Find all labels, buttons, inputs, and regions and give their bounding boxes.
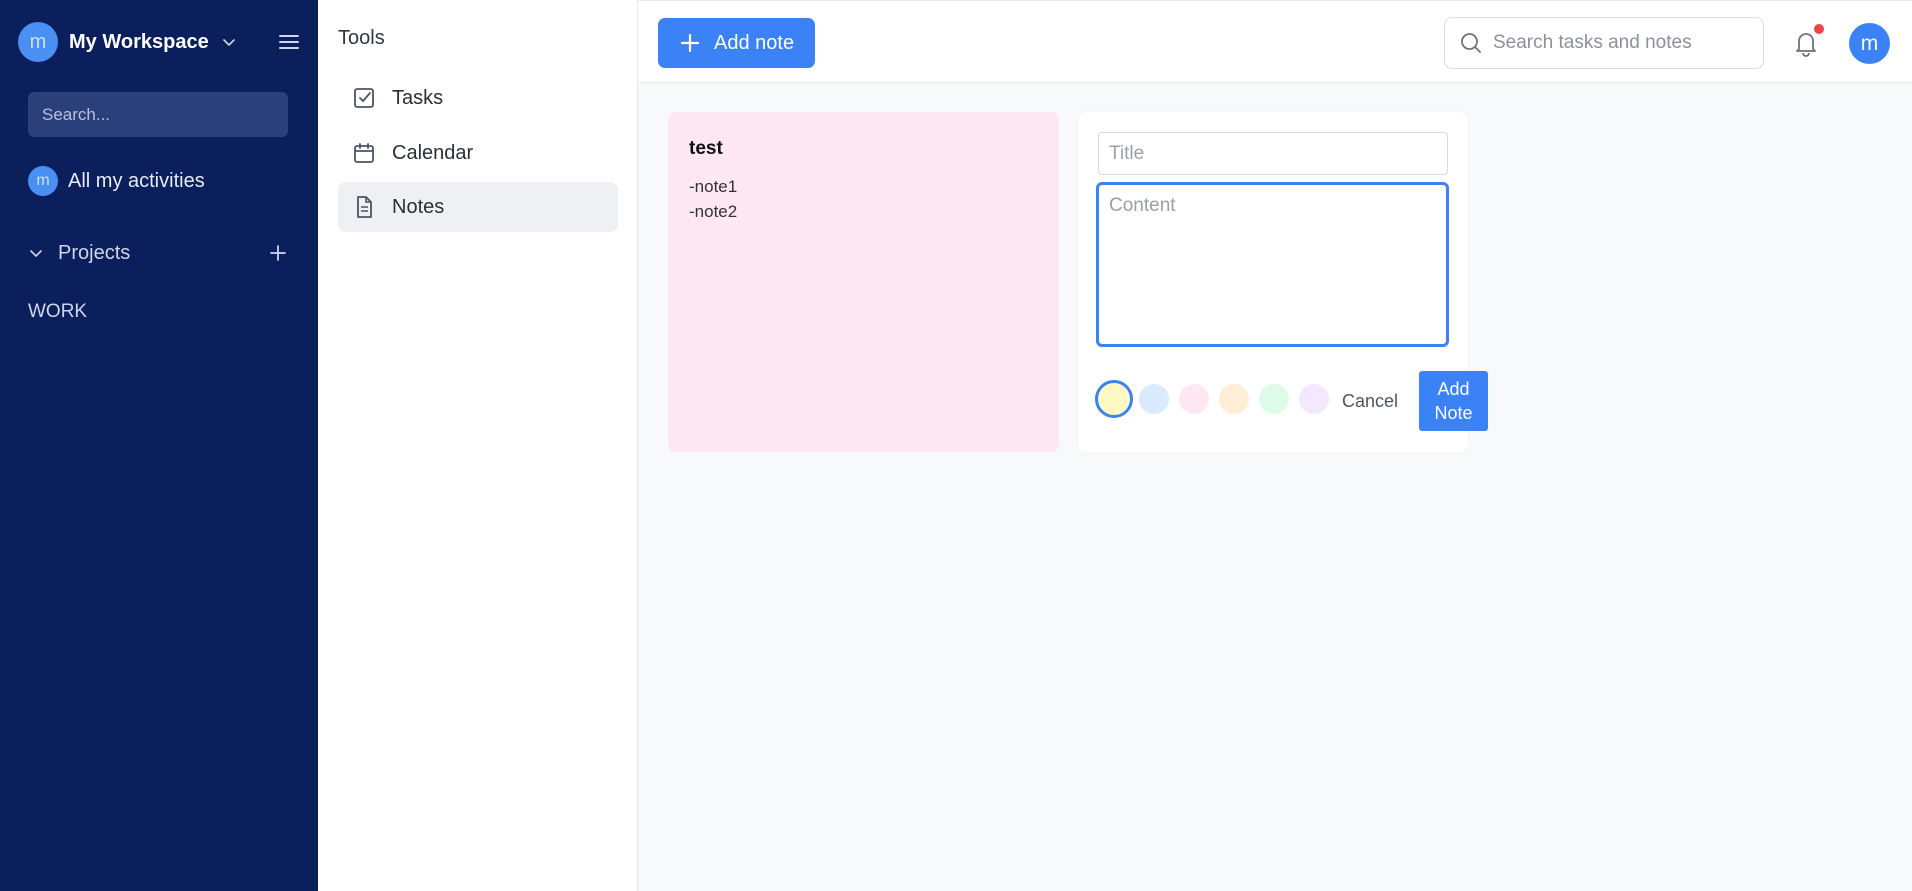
all-activities-link[interactable]: m All my activities [28, 166, 205, 196]
workspace-avatar: m [18, 22, 58, 62]
activities-avatar: m [28, 166, 58, 196]
notification-dot [1814, 24, 1824, 34]
global-search[interactable] [1444, 17, 1764, 69]
workspace-name: My Workspace [69, 30, 209, 53]
note-title-input[interactable] [1098, 132, 1448, 175]
sidebar-search-input[interactable] [28, 92, 288, 137]
new-note-form: Cancel Add Note [1078, 112, 1488, 452]
top-header: Add note m [638, 0, 1912, 83]
note-body: -note1 -note2 [689, 174, 1038, 224]
tool-item-notes[interactable]: Notes [338, 182, 618, 232]
tools-title: Tools [338, 27, 385, 49]
tool-label-tasks: Tasks [392, 86, 444, 109]
submit-note-button[interactable]: Add Note [1419, 371, 1488, 431]
document-icon [357, 196, 372, 218]
note-card[interactable]: test -note1 -note2 [668, 112, 1059, 452]
project-item-work[interactable]: WORK [28, 301, 87, 323]
add-note-button[interactable]: Add note [658, 18, 815, 68]
color-swatch-pink[interactable] [1179, 384, 1209, 414]
submit-label-line2: Note [1434, 403, 1473, 423]
search-input[interactable] [1493, 32, 1743, 54]
note-line: -note1 [689, 177, 738, 196]
chevron-down-icon [30, 250, 42, 258]
tool-label-notes: Notes [392, 195, 445, 218]
chevron-down-icon [222, 39, 235, 47]
projects-label: Projects [58, 241, 131, 264]
color-swatch-yellow[interactable] [1095, 380, 1133, 418]
note-title: test [689, 138, 723, 159]
color-swatch-blue[interactable] [1139, 384, 1169, 414]
note-content-input[interactable] [1096, 182, 1449, 347]
hamburger-menu-icon[interactable] [278, 31, 300, 53]
tool-item-tasks[interactable]: Tasks [338, 73, 618, 123]
projects-section-toggle[interactable]: Projects [28, 239, 288, 267]
tool-label-calendar: Calendar [392, 141, 474, 164]
cancel-button[interactable]: Cancel [1342, 391, 1398, 412]
user-avatar[interactable]: m [1849, 23, 1890, 64]
add-project-icon[interactable] [268, 243, 288, 263]
add-note-label: Add note [714, 31, 795, 54]
note-line: -note2 [689, 202, 738, 221]
sidebar: m My Workspace m All my activities Proje… [0, 0, 318, 891]
workspace-switcher[interactable]: m My Workspace [18, 22, 300, 62]
tools-panel: Tools Tasks Calendar Notes [318, 0, 638, 891]
color-swatch-purple[interactable] [1299, 384, 1329, 414]
plus-icon [680, 33, 700, 53]
checkbox-icon [354, 88, 374, 108]
calendar-icon [354, 143, 374, 163]
search-icon [1461, 33, 1481, 53]
tool-item-calendar[interactable]: Calendar [338, 128, 618, 178]
activities-label: All my activities [68, 169, 205, 192]
submit-label-line1: Add [1437, 379, 1470, 399]
color-swatch-green[interactable] [1259, 384, 1289, 414]
color-swatch-orange[interactable] [1219, 384, 1249, 414]
bell-icon[interactable] [1793, 29, 1819, 57]
